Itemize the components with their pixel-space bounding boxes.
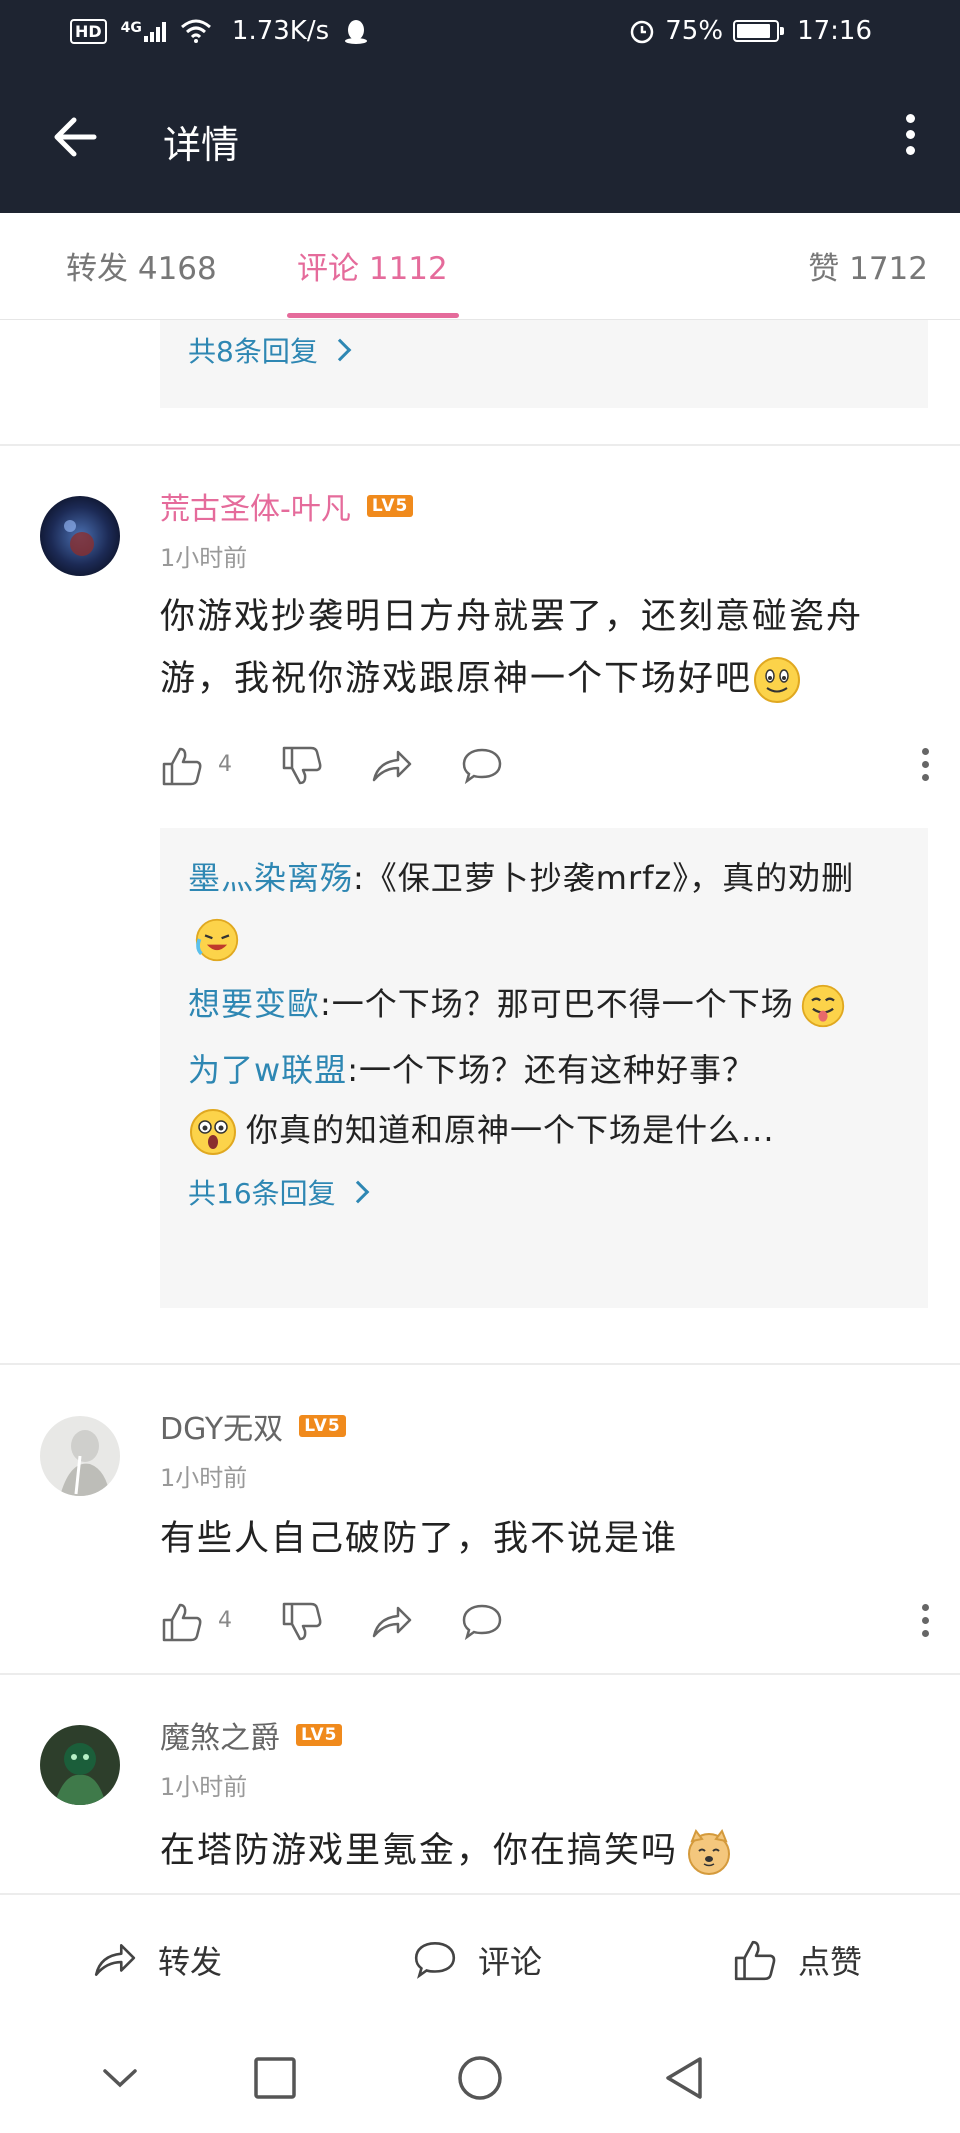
tab-bar: 转发 4168 评论 1112 赞 1712 <box>0 213 960 320</box>
recents-square-icon[interactable] <box>250 2053 300 2103</box>
status-bar: HD 4G 1.73K/s 75% 17:16 <box>0 0 960 64</box>
signal-icon: 4G <box>121 20 166 42</box>
surprised-emoji-icon <box>190 1109 236 1155</box>
tab-active-indicator <box>287 313 459 318</box>
reply-bubble-icon[interactable] <box>460 744 504 788</box>
comment-username[interactable]: 荒古圣体-叶凡 LV5 <box>160 484 414 528</box>
comment-button[interactable]: 评论 <box>410 1937 542 1983</box>
divider <box>0 1673 960 1675</box>
network-speed: 1.73K/s <box>231 16 330 46</box>
level-badge: LV5 <box>296 1724 343 1746</box>
like-count: 4 <box>218 1608 232 1633</box>
page-title: 详情 <box>163 123 240 167</box>
tab-likes[interactable]: 赞 1712 <box>808 243 928 288</box>
chevron-down-icon[interactable] <box>95 2053 145 2103</box>
chevron-right-icon <box>328 338 352 362</box>
thumbs-up-icon[interactable] <box>160 744 204 788</box>
share-icon[interactable] <box>370 744 414 788</box>
comment-time: 1小时前 <box>160 1773 248 1801</box>
reply-item[interactable]: 为了w联盟:一个下场？还有这种好事？ <box>188 1040 900 1100</box>
comment-more-icon[interactable] <box>920 1604 930 1643</box>
thumbs-up-icon <box>734 1940 776 1981</box>
divider <box>0 1363 960 1365</box>
chevron-right-icon <box>346 1180 369 1204</box>
more-options-icon[interactable] <box>900 114 920 164</box>
tab-comments[interactable]: 评论 1112 <box>297 243 448 288</box>
like-count: 4 <box>218 752 232 777</box>
like-button[interactable]: 点赞 <box>730 1937 862 1983</box>
comment-time: 1小时前 <box>160 1464 248 1492</box>
alarm-icon <box>631 20 654 44</box>
comment-text: 有些人自己破防了，我不说是谁 <box>160 1519 679 1559</box>
hd-icon: HD <box>70 18 107 44</box>
view-more-replies[interactable]: 共16条回复 <box>188 1172 900 1212</box>
thumbs-up-icon[interactable] <box>160 1600 204 1644</box>
bottom-action-bar: 转发 评论 点赞 <box>0 1893 960 2023</box>
clock: 17:16 <box>797 16 872 46</box>
view-more-replies[interactable]: 共8条回复 <box>188 330 352 370</box>
divider <box>0 444 960 446</box>
reply-preview-box: 墨灬染离殇:《保卫萝卜抄袭mrfz》，真的劝删 想要变歐:一个下场？那可巴不得一… <box>160 828 928 1308</box>
share-icon[interactable] <box>370 1600 414 1644</box>
avatar[interactable] <box>40 1416 120 1496</box>
avatar[interactable] <box>40 496 120 576</box>
battery-percent: 75% <box>665 16 724 46</box>
comment-text: 在塔防游戏里氪金，你在搞笑吗 <box>160 1820 930 1882</box>
reply-item[interactable]: 你真的知道和原神一个下场是什么... <box>188 1100 900 1160</box>
share-icon <box>94 1944 136 1976</box>
comment-bubble-icon <box>414 1941 456 1979</box>
battery-icon <box>733 20 785 42</box>
tongue-emoji-icon <box>801 984 844 1028</box>
thumbs-down-icon[interactable] <box>280 744 324 788</box>
home-circle-icon[interactable] <box>455 2053 505 2103</box>
reply-item[interactable]: 想要变歐:一个下场？那可巴不得一个下场 <box>188 974 900 1034</box>
comment-time: 1小时前 <box>160 544 248 572</box>
repost-button[interactable]: 转发 <box>90 1937 222 1983</box>
comment-list[interactable]: 共8条回复 荒古圣体-叶凡 LV5 1小时前 你游戏抄袭明日方舟就罢了，还刻意碰瓷… <box>0 320 960 1893</box>
comment-actions: 4 <box>160 1600 930 1650</box>
level-badge: LV5 <box>299 1415 346 1437</box>
back-triangle-icon[interactable] <box>660 2053 710 2103</box>
thumbs-down-icon[interactable] <box>280 1600 324 1644</box>
nav-bar: 详情 <box>0 64 960 213</box>
comment-text: 你游戏抄袭明日方舟就罢了，还刻意碰瓷舟游，我祝你游戏跟原神一个下场好吧 <box>160 586 930 710</box>
qq-icon <box>345 20 368 44</box>
reply-bubble-icon[interactable] <box>460 1600 504 1644</box>
smile-emoji-icon <box>754 657 801 703</box>
tab-repost[interactable]: 转发 4168 <box>66 243 217 288</box>
comment-username[interactable]: DGY无双 LV5 <box>160 1404 346 1448</box>
avatar[interactable] <box>40 1725 120 1805</box>
comment-username[interactable]: 魔煞之爵 LV5 <box>160 1713 343 1757</box>
system-nav-bar <box>0 2023 960 2133</box>
reply-preview-box: 共8条回复 <box>160 320 928 408</box>
level-badge: LV5 <box>366 495 414 517</box>
back-arrow-icon[interactable] <box>50 112 100 162</box>
comment-actions: 4 <box>160 744 930 794</box>
comment-more-icon[interactable] <box>920 748 930 787</box>
reply-item[interactable]: 墨灬染离殇:《保卫萝卜抄袭mrfz》，真的劝删 <box>188 848 900 968</box>
doge-emoji-icon <box>688 1828 731 1875</box>
laugh-cry-emoji-icon <box>195 918 239 962</box>
wifi-icon <box>180 19 211 43</box>
top-bar: HD 4G 1.73K/s 75% 17:16 详情 <box>0 0 960 213</box>
